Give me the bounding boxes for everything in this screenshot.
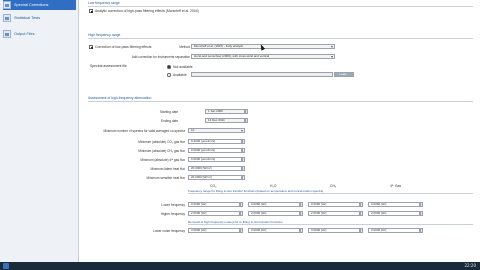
assessment-title: Assessment of high-frequency attenuation xyxy=(88,96,152,100)
noise-frequency-co2[interactable]: 3.0000 [Hz] xyxy=(188,228,240,233)
starting-date-stepper[interactable] xyxy=(245,109,248,114)
higher-frequency-co2[interactable]: 2.0000 [Hz] xyxy=(188,211,240,216)
spectral-corrections-icon xyxy=(3,1,11,9)
lower-frequency-4th-gas-stepper[interactable] xyxy=(420,202,423,207)
higher-frequency-label: Higher frequency xyxy=(160,212,185,216)
sidebar-item-label: Spectral Corrections xyxy=(14,3,49,7)
lower-frequency-ch4-stepper[interactable] xyxy=(360,202,363,207)
sidebar-item-statistical-tests[interactable]: Statistical Tests xyxy=(3,13,76,23)
sidebar-item-spectral-corrections[interactable]: Spectral Corrections xyxy=(3,0,76,10)
min-latent-heat-flux-stepper[interactable] xyxy=(242,166,245,171)
section-divider xyxy=(88,101,473,102)
lower-frequency-h2o[interactable]: 0.0060 [Hz] xyxy=(248,202,300,207)
min-ch4-flux-label: Minimum (absolute) CH₄ gas flux xyxy=(138,149,185,153)
noise-frequency-4th-gas-stepper[interactable] xyxy=(420,228,423,233)
higher-frequency-4th-gas[interactable]: 2.0000 [Hz] xyxy=(368,211,420,216)
lower-frequency-co2[interactable]: 0.0060 [Hz] xyxy=(188,202,240,207)
starting-date-field[interactable]: 1 Jan 2000 xyxy=(205,109,245,114)
min-4th-gas-flux-label: Minimum (absolute) 4ᵗʰ gas flux xyxy=(140,158,185,162)
assessment-file-label: Spectral assessment file xyxy=(90,64,127,68)
min-latent-heat-flux-field[interactable]: 20.0000 [W/m²] xyxy=(188,166,242,171)
analytic-correction-label: Analytic correction of high-pass filteri… xyxy=(95,9,199,13)
main-panel: Low frequency range Analytic correction … xyxy=(80,0,480,262)
start-button-icon[interactable] xyxy=(3,263,9,269)
app-window: Spectral Corrections Statistical Tests O… xyxy=(0,0,480,270)
section-divider xyxy=(188,224,473,225)
starting-date-label: Starting date xyxy=(159,110,178,114)
available-label: Available xyxy=(173,73,187,77)
min-4th-gas-flux-field[interactable]: 0.0000 [µmol/m²s] xyxy=(188,157,242,162)
column-h2o: H₂O xyxy=(270,184,277,188)
load-button[interactable]: Load... xyxy=(334,72,354,77)
noise-frequency-ch4-stepper[interactable] xyxy=(360,228,363,233)
instrument-separation-select[interactable]: Horst and Lenschow (2009), with cross-wi… xyxy=(191,54,335,59)
noise-frequency-ch4[interactable]: 3.0000 [Hz] xyxy=(308,228,360,233)
method-label: Method xyxy=(179,45,190,49)
low-pass-correction-checkbox[interactable] xyxy=(89,45,93,49)
section-divider xyxy=(88,6,473,7)
min-sensible-heat-flux-field[interactable]: 20.0000 [W/m²] xyxy=(188,175,242,180)
taskbar: 22:20 xyxy=(0,262,480,270)
min-4th-gas-flux-stepper[interactable] xyxy=(242,157,245,162)
lower-frequency-h2o-stepper[interactable] xyxy=(300,202,303,207)
min-latent-heat-flux-label: Minimum latent heat flux xyxy=(150,167,185,171)
low-frequency-title: Low frequency range xyxy=(88,1,120,5)
noise-frequency-co2-stepper[interactable] xyxy=(240,228,243,233)
sidebar: Spectral Corrections Statistical Tests O… xyxy=(0,0,79,262)
higher-frequency-ch4[interactable]: 2.0000 [Hz] xyxy=(308,211,360,216)
lower-noise-frequency-label: Lower noise frequency xyxy=(152,229,185,233)
lower-frequency-4th-gas[interactable]: 0.0060 [Hz] xyxy=(368,202,420,207)
higher-frequency-ch4-stepper[interactable] xyxy=(360,211,363,216)
min-sensible-heat-flux-label: Minimum sensible heat flux xyxy=(146,176,185,180)
min-ch4-flux-field[interactable]: 0.0000 [µmol/m²s] xyxy=(188,148,242,153)
noise-frequency-h2o-stepper[interactable] xyxy=(300,228,303,233)
section-divider xyxy=(88,38,473,39)
column-ch4: CH₄ xyxy=(330,184,337,188)
min-spectra-select[interactable]: 10 xyxy=(188,128,245,133)
sidebar-item-output-files[interactable]: Output Files xyxy=(3,29,76,39)
clock: 22:20 xyxy=(464,263,476,268)
min-sensible-heat-flux-stepper[interactable] xyxy=(242,175,245,180)
instrument-separation-label: Add correction for instruments separatio… xyxy=(131,55,190,59)
available-radio[interactable] xyxy=(167,73,171,77)
higher-frequency-h2o-stepper[interactable] xyxy=(300,211,303,216)
not-available-radio[interactable] xyxy=(167,65,171,69)
low-pass-correction-label: Correction of low-pass filtering effects xyxy=(95,45,152,49)
higher-frequency-4th-gas-stepper[interactable] xyxy=(420,211,423,216)
not-available-label: Not available xyxy=(173,65,193,69)
noise-frequency-h2o[interactable]: 3.0000 [Hz] xyxy=(248,228,300,233)
ending-date-field[interactable]: 14 Dec 2011 xyxy=(205,118,245,123)
noise-frequency-4th-gas[interactable]: 3.0000 [Hz] xyxy=(368,228,420,233)
section-divider xyxy=(188,193,473,194)
min-spectra-label: Minimum number of spectra for valid aver… xyxy=(103,129,186,133)
min-co2-flux-field[interactable]: 0.2000 [µmol/m²s] xyxy=(188,139,242,144)
lower-frequency-label: Lower frequency xyxy=(161,203,185,207)
assessment-file-path[interactable] xyxy=(191,72,333,77)
ending-date-stepper[interactable] xyxy=(245,118,248,123)
column-4th-gas: 4ᵗʰ Gas xyxy=(390,184,402,188)
lower-frequency-ch4[interactable]: 0.0060 [Hz] xyxy=(308,202,360,207)
ending-date-label: Ending date xyxy=(160,119,178,123)
higher-frequency-h2o[interactable]: 2.0000 [Hz] xyxy=(248,211,300,216)
column-co2: CO₂ xyxy=(210,184,217,188)
sidebar-item-label: Statistical Tests xyxy=(14,16,41,20)
statistical-tests-icon xyxy=(3,14,11,22)
output-files-icon xyxy=(3,30,11,38)
min-ch4-flux-stepper[interactable] xyxy=(242,148,245,153)
analytic-correction-checkbox[interactable] xyxy=(89,9,93,13)
lower-frequency-co2-stepper[interactable] xyxy=(240,202,243,207)
sidebar-item-label: Output Files xyxy=(14,32,35,36)
higher-frequency-co2-stepper[interactable] xyxy=(240,211,243,216)
min-co2-flux-label: Minimum (absolute) CO₂ gas flux xyxy=(138,140,185,144)
min-co2-flux-stepper[interactable] xyxy=(242,139,245,144)
high-frequency-title: High frequency range xyxy=(88,33,121,37)
